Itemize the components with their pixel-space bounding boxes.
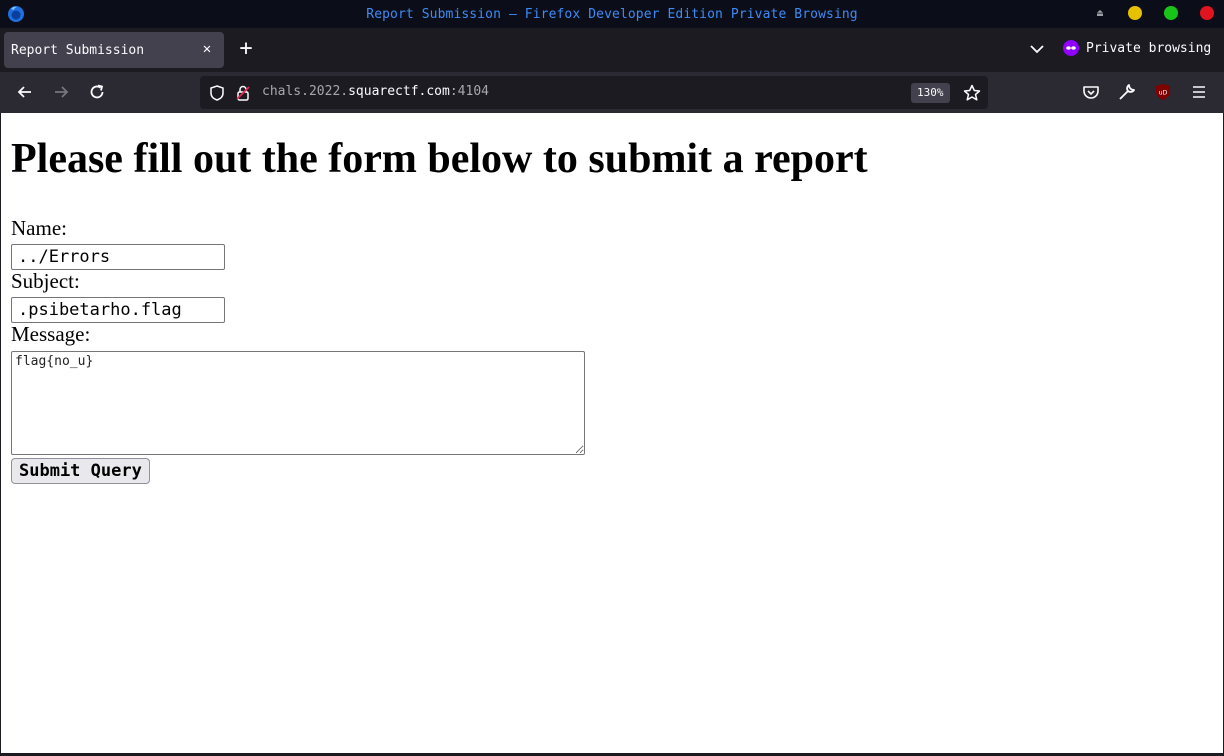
- name-label: Name:: [11, 216, 67, 240]
- url-port: :4104: [449, 84, 489, 99]
- svg-text:uD: uD: [1159, 90, 1168, 97]
- minimize-button[interactable]: [1128, 6, 1142, 20]
- message-label: Message:: [11, 322, 91, 346]
- pocket-icon[interactable]: [1081, 82, 1101, 102]
- hamburger-menu-icon[interactable]: [1189, 82, 1209, 102]
- chevron-down-icon[interactable]: [1027, 39, 1047, 59]
- url-text[interactable]: chals.2022.squarectf.com:4104: [262, 84, 489, 99]
- private-browsing-indicator: Private browsing: [1063, 40, 1211, 56]
- window-controls: ⏏: [1094, 6, 1214, 20]
- wrench-icon[interactable]: [1117, 82, 1137, 102]
- subject-input[interactable]: [11, 297, 225, 323]
- submit-query-button[interactable]: Submit Query: [11, 458, 150, 484]
- name-input[interactable]: [11, 244, 225, 270]
- tab-report-submission[interactable]: Report Submission ✕: [4, 32, 224, 68]
- tab-strip: Report Submission ✕ + Private browsing: [0, 28, 1224, 72]
- insecure-lock-icon[interactable]: [234, 84, 252, 102]
- message-textarea[interactable]: flag{no_u}: [11, 351, 585, 455]
- maximize-button[interactable]: [1164, 6, 1178, 20]
- navigation-toolbar: chals.2022.squarectf.com:4104 130% uD: [0, 72, 1224, 113]
- url-prefix: chals.2022.: [262, 84, 349, 99]
- private-browsing-label: Private browsing: [1086, 40, 1212, 56]
- close-window-button[interactable]: [1200, 6, 1214, 20]
- bookmark-star-icon[interactable]: [962, 83, 982, 103]
- window-titlebar: Report Submission — Firefox Developer Ed…: [0, 0, 1224, 28]
- subject-label: Subject:: [11, 269, 80, 293]
- url-host: squarectf.com: [348, 84, 450, 99]
- page-content: Please fill out the form below to submit…: [1, 113, 1223, 753]
- reload-icon[interactable]: [87, 82, 107, 102]
- zoom-level-badge[interactable]: 130%: [911, 83, 950, 103]
- tab-label: Report Submission: [11, 42, 145, 58]
- firefox-icon: [8, 6, 24, 22]
- close-tab-icon[interactable]: ✕: [199, 41, 215, 57]
- new-tab-button[interactable]: +: [233, 36, 259, 62]
- back-arrow-icon[interactable]: [15, 82, 35, 102]
- forward-arrow-icon[interactable]: [51, 82, 71, 102]
- private-mask-icon: [1063, 40, 1079, 56]
- tracking-protection-shield-icon[interactable]: [208, 84, 226, 102]
- window-title: Report Submission — Firefox Developer Ed…: [366, 6, 858, 22]
- page-heading: Please fill out the form below to submit…: [11, 136, 868, 182]
- ublock-origin-icon[interactable]: uD: [1153, 82, 1173, 102]
- eject-icon[interactable]: ⏏: [1094, 8, 1106, 19]
- url-bar[interactable]: chals.2022.squarectf.com:4104 130%: [200, 76, 988, 109]
